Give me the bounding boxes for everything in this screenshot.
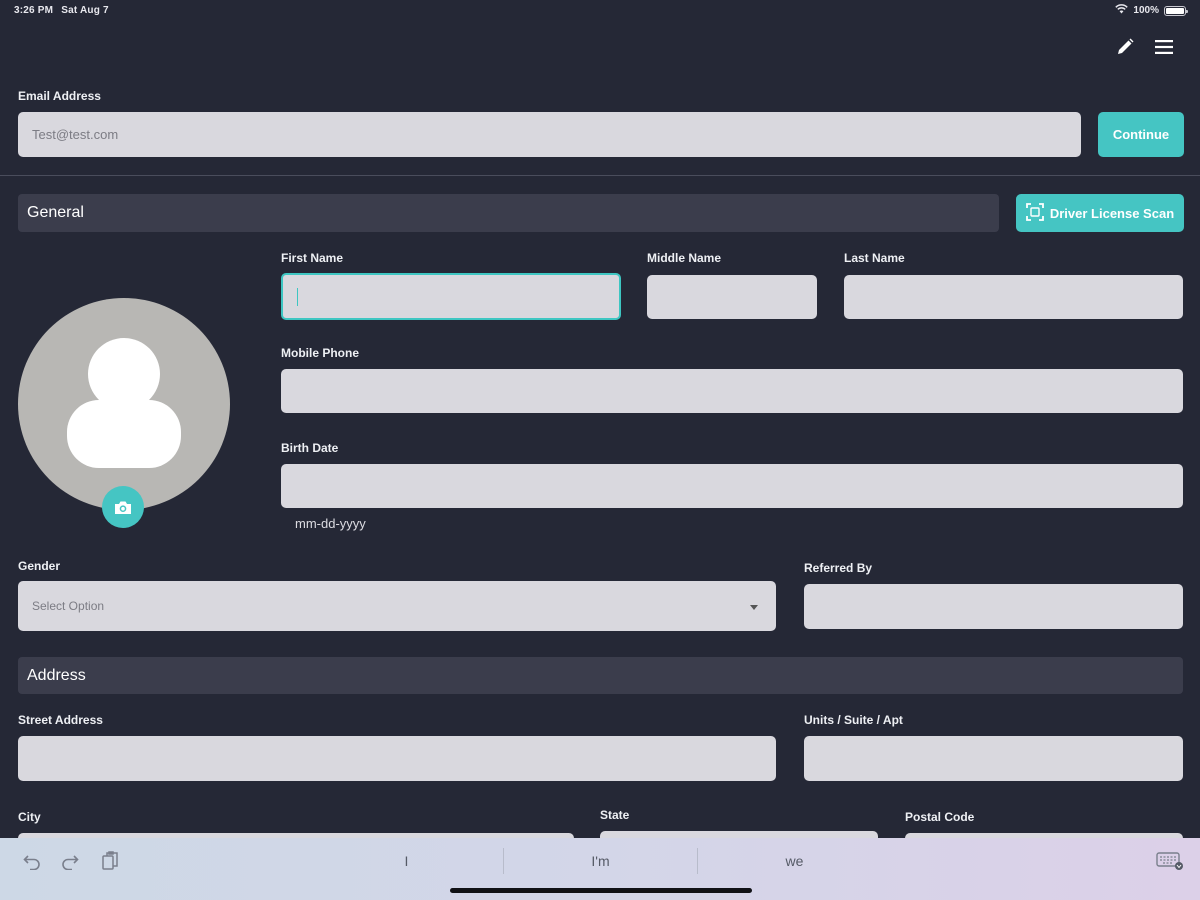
email-placeholder: Test@test.com xyxy=(32,127,119,142)
email-label: Email Address xyxy=(18,89,101,103)
status-date: Sat Aug 7 xyxy=(61,5,109,16)
text-caret xyxy=(297,287,298,306)
suggestion-3[interactable]: we xyxy=(698,838,891,884)
pencil-icon[interactable] xyxy=(1113,35,1137,59)
city-label: City xyxy=(18,810,41,824)
suggestion-1[interactable]: I xyxy=(310,838,503,884)
avatar[interactable] xyxy=(18,298,230,510)
state-label: State xyxy=(600,808,630,822)
birth-date-format-hint: mm-dd-yyyy xyxy=(295,516,366,531)
status-time: 3:26 PM xyxy=(14,5,54,16)
battery-percent: 100% xyxy=(1133,5,1159,16)
undo-icon[interactable] xyxy=(21,851,43,873)
redo-icon[interactable] xyxy=(59,851,81,873)
street-address-label: Street Address xyxy=(18,713,103,727)
referred-by-field[interactable] xyxy=(804,584,1183,629)
middle-name-field[interactable] xyxy=(647,275,817,319)
clipboard-icon[interactable] xyxy=(99,850,121,872)
scan-button-label: Driver License Scan xyxy=(1049,205,1175,221)
gender-label: Gender xyxy=(18,559,61,573)
status-bar-right: 100% xyxy=(1115,4,1188,17)
battery-icon xyxy=(1164,5,1188,16)
section-header-address: Address xyxy=(18,657,1183,694)
birth-date-label: Birth Date xyxy=(281,441,339,455)
last-name-label: Last Name xyxy=(844,251,905,265)
birth-date-field[interactable] xyxy=(281,464,1183,508)
gender-selected-value: Select Option xyxy=(32,599,105,613)
unit-label: Units / Suite / Apt xyxy=(804,713,903,727)
continue-button[interactable]: Continue xyxy=(1098,112,1184,157)
camera-icon xyxy=(115,501,131,514)
first-name-field[interactable] xyxy=(281,273,621,320)
first-name-label: First Name xyxy=(281,251,344,265)
section-title-address: Address xyxy=(27,666,86,684)
section-title-general: General xyxy=(27,204,84,221)
postal-code-label: Postal Code xyxy=(905,810,975,824)
keyboard-dismiss-icon[interactable] xyxy=(1156,850,1184,872)
home-indicator xyxy=(450,888,752,893)
person-icon xyxy=(67,338,181,468)
suggestion-2[interactable]: I'm xyxy=(504,838,697,884)
last-name-field[interactable] xyxy=(844,275,1183,319)
section-header-general: General xyxy=(18,194,999,232)
status-bar-left: 3:26 PM Sat Aug 7 xyxy=(14,5,109,16)
mobile-phone-field[interactable] xyxy=(281,369,1183,413)
referred-by-label: Referred By xyxy=(804,561,873,575)
mobile-phone-label: Mobile Phone xyxy=(281,346,359,360)
camera-button[interactable] xyxy=(102,486,144,528)
middle-name-label: Middle Name xyxy=(647,251,722,265)
driver-license-scan-button[interactable]: Driver License Scan xyxy=(1016,194,1184,232)
wifi-icon xyxy=(1115,4,1129,17)
unit-field[interactable] xyxy=(804,736,1183,781)
street-address-field[interactable] xyxy=(18,736,776,781)
scan-icon xyxy=(1025,202,1044,224)
hamburger-menu-icon[interactable] xyxy=(1152,35,1176,59)
gender-select[interactable]: Select Option xyxy=(18,581,776,631)
divider xyxy=(0,175,1200,176)
chevron-down-icon xyxy=(750,599,758,613)
email-field[interactable]: Test@test.com xyxy=(18,112,1081,157)
